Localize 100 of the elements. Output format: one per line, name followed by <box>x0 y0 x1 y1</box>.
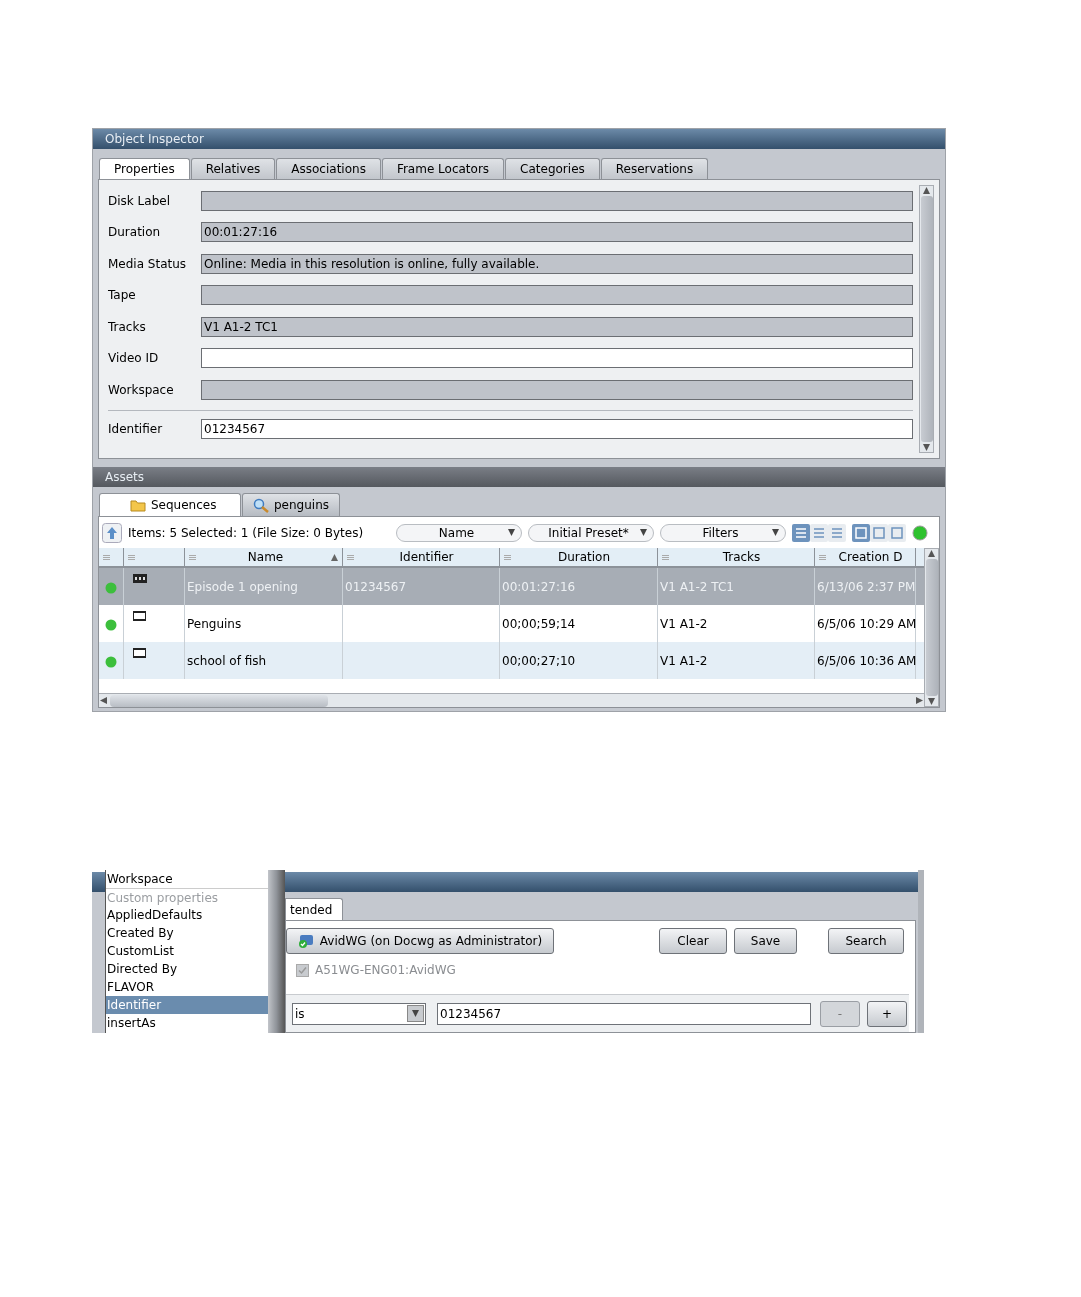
field-label: Tracks <box>108 318 147 336</box>
scroll-down-arrow-icon <box>928 698 935 705</box>
list-item[interactable]: Directed By <box>106 960 269 978</box>
dropdown-arrow-icon <box>508 529 515 536</box>
dropdown[interactable]: Initial Preset* <box>528 523 654 542</box>
vertical-scrollbar[interactable] <box>924 548 939 707</box>
table-cell-text: 6/5/06 10:29 AM <box>817 615 917 633</box>
scroll-left-arrow-icon <box>100 697 107 704</box>
column-grip-icon <box>662 554 669 560</box>
column-grip-icon <box>504 554 511 560</box>
dropdown[interactable]: Filters <box>660 523 786 542</box>
property-field: 00:01:27:16 <box>201 222 913 243</box>
tab[interactable]: Frame Locators <box>381 158 505 179</box>
action-button[interactable]: Search <box>828 928 904 954</box>
tab[interactable]: penguins <box>242 493 340 516</box>
status-dot-icon <box>105 656 117 668</box>
list-item[interactable]: AppliedDefaults <box>106 906 269 924</box>
dropdown-arrow-icon <box>772 529 779 536</box>
property-field[interactable]: 01234567 <box>201 418 913 439</box>
table-cell-text: V1 A1-2 TC1 <box>660 578 734 596</box>
property-field: Online: Media in this resolution is online, fully available. <box>201 253 913 274</box>
list-item[interactable]: CustomList <box>106 942 269 960</box>
tab[interactable]: Associations <box>276 158 381 179</box>
tab[interactable]: Sequences <box>99 493 241 516</box>
magnifier-icon <box>253 497 269 513</box>
tab[interactable]: Relatives <box>190 158 276 179</box>
vertical-scrollbar[interactable] <box>919 185 934 453</box>
tab[interactable]: Categories <box>505 158 600 179</box>
table-cell-text: Episode 1 opening <box>187 578 298 596</box>
table-cell-text: 00;00;59;14 <box>502 615 576 633</box>
column-grip-icon <box>128 554 135 560</box>
action-button[interactable]: Save <box>734 928 797 954</box>
column-header[interactable]: Creation D <box>815 548 916 566</box>
dropdown-arrow-icon <box>412 1010 419 1017</box>
column-header[interactable]: Duration <box>500 548 658 566</box>
list-item[interactable]: insertAs <box>106 1014 269 1032</box>
horizontal-scrollbar[interactable] <box>99 693 924 707</box>
operator-dropdown[interactable]: is <box>292 1002 426 1025</box>
film-strip-icon <box>133 574 147 583</box>
column-grip-icon <box>189 554 196 560</box>
sort-ascending-icon <box>331 553 338 561</box>
value-field[interactable]: 01234567 <box>437 1002 811 1025</box>
field-label: Disk Label <box>108 192 171 210</box>
table-cell-text: 6/13/06 2:37 PM <box>817 578 916 596</box>
column-header[interactable]: Identifier <box>343 548 500 566</box>
scroll-up-arrow-icon <box>928 550 935 557</box>
film-frame-icon <box>133 648 146 658</box>
list-item[interactable]: Created By <box>106 924 269 942</box>
thumbnail-size-icon[interactable] <box>852 523 870 542</box>
table-cell-text: 01234567 <box>345 578 407 596</box>
field-label: Workspace <box>108 381 175 399</box>
tab-label: Sequences <box>151 497 217 514</box>
status-dot-icon <box>105 582 117 594</box>
panel-title-bar: Object Inspector <box>93 129 945 149</box>
table-row[interactable]: school of fish 00;00;27;10 V1 A1-2 6/5/06 10:36 AM <box>99 642 924 679</box>
scroll-up-arrow-icon <box>923 187 930 194</box>
checkbox-label: A51WG-ENG01:AvidWG <box>315 962 456 979</box>
view-mode-icon[interactable] <box>810 523 828 542</box>
table-cell-text: V1 A1-2 <box>660 615 708 633</box>
column-grip-icon <box>819 554 826 560</box>
list-item[interactable]: Identifier <box>106 996 269 1014</box>
column-grip-icon <box>347 554 354 560</box>
property-field[interactable] <box>201 348 913 369</box>
dropdown[interactable]: Name <box>396 523 522 542</box>
view-mode-icon[interactable] <box>828 523 846 542</box>
list-item[interactable]: FLAVOR <box>106 978 269 996</box>
list-item[interactable]: Workspace <box>106 870 269 888</box>
dropdown-arrow-button[interactable] <box>407 1005 424 1022</box>
tab[interactable]: tended <box>285 898 344 920</box>
thumbnail-size-icon[interactable] <box>870 523 888 542</box>
column-grip-icon <box>103 554 110 560</box>
column-header[interactable]: Tracks <box>658 548 815 566</box>
panel-title-bar: Assets <box>93 467 945 487</box>
workgroup-button[interactable]: AvidWG (on Docwg as Administrator) <box>286 928 554 954</box>
view-mode-icon[interactable] <box>792 523 810 542</box>
table-cell-text: 00:01:27:16 <box>502 578 576 596</box>
film-frame-icon <box>133 611 146 621</box>
tab[interactable]: Reservations <box>600 158 709 179</box>
table-cell-text: 00;00;27;10 <box>502 652 576 670</box>
status-light-icon <box>912 524 928 541</box>
property-field: V1 A1-2 TC1 <box>201 316 913 337</box>
field-label: Media Status <box>108 255 188 273</box>
field-label: Duration <box>108 224 162 242</box>
tab[interactable]: Properties <box>99 158 190 179</box>
status-text: Items: 5 Selected: 1 (File Size: 0 Bytes) <box>128 524 365 542</box>
column-header[interactable]: Name <box>185 548 343 566</box>
table-cell-text: 6/5/06 10:36 AM <box>817 652 917 670</box>
add-button[interactable]: + <box>867 1000 907 1027</box>
table-cell-text: Penguins <box>187 615 242 633</box>
action-button[interactable]: Clear <box>659 928 727 954</box>
tab-label: penguins <box>274 497 330 514</box>
scroll-right-arrow-icon <box>916 697 923 704</box>
folder-icon <box>130 498 146 512</box>
table-cell-text: school of fish <box>187 652 267 670</box>
status-dot-icon <box>105 619 117 631</box>
dropdown-arrow-icon <box>640 529 647 536</box>
server-check-icon <box>297 934 314 948</box>
thumbnail-size-icon[interactable] <box>888 523 906 542</box>
field-label: Tape <box>108 287 137 305</box>
field-label: Video ID <box>108 350 160 368</box>
